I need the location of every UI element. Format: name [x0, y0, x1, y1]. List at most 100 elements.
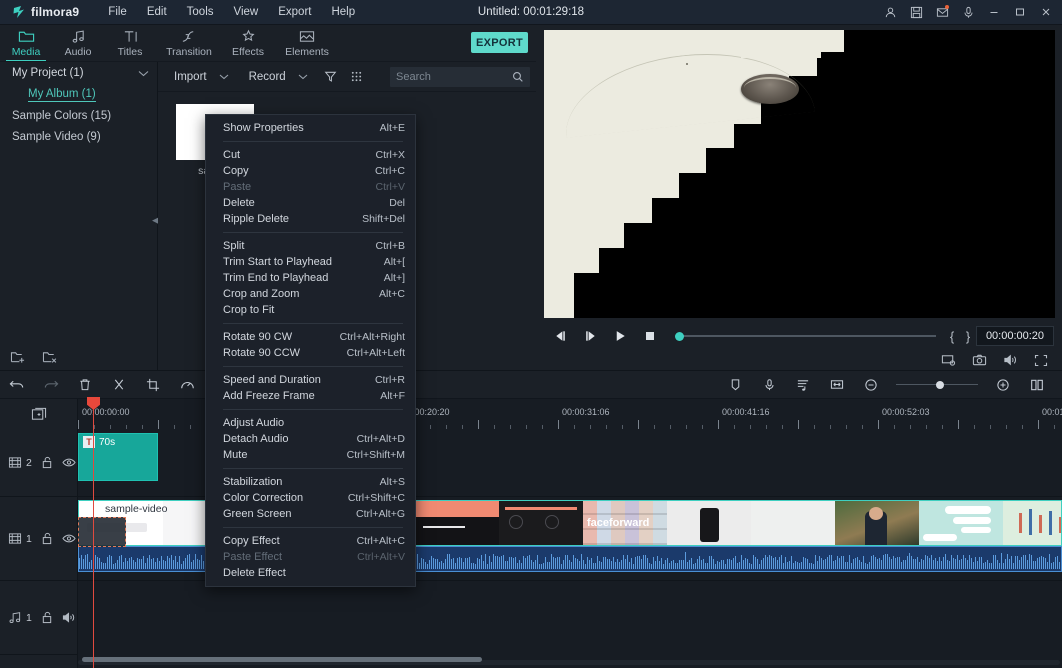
- prev-frame-icon[interactable]: [545, 324, 575, 348]
- snapshot-camera-icon[interactable]: [972, 353, 987, 367]
- context-menu-item[interactable]: Ripple DeleteShift+Del: [206, 211, 415, 227]
- voiceover-mic-icon[interactable]: [752, 372, 786, 398]
- preview-stage[interactable]: [544, 30, 1055, 318]
- menu-view[interactable]: View: [225, 3, 268, 21]
- context-menu-item[interactable]: MuteCtrl+Shift+M: [206, 447, 415, 463]
- search-box[interactable]: Search: [390, 67, 530, 87]
- context-menu-item[interactable]: Rotate 90 CCWCtrl+Alt+Left: [206, 345, 415, 361]
- play-icon[interactable]: [605, 324, 635, 348]
- account-icon[interactable]: [878, 0, 902, 24]
- search-icon[interactable]: [512, 71, 524, 83]
- context-menu-item[interactable]: Copy EffectCtrl+Alt+C: [206, 533, 415, 549]
- crop-icon[interactable]: [136, 372, 170, 398]
- context-menu-item[interactable]: DeleteDel: [206, 195, 415, 211]
- record-button[interactable]: Record: [239, 66, 296, 88]
- record-dropdown-caret[interactable]: [296, 66, 318, 88]
- grid-view-icon[interactable]: [344, 66, 370, 88]
- unlocked-icon[interactable]: [41, 456, 53, 469]
- import-button[interactable]: Import: [164, 66, 217, 88]
- unlocked-icon[interactable]: [41, 611, 53, 624]
- new-folder-icon[interactable]: [10, 350, 26, 364]
- context-menu-item[interactable]: Trim Start to PlayheadAlt+[: [206, 254, 415, 270]
- delete-folder-icon[interactable]: [42, 350, 58, 364]
- fit-timeline-icon[interactable]: [820, 372, 854, 398]
- eye-visible-icon[interactable]: [62, 532, 76, 545]
- eye-visible-icon[interactable]: [62, 456, 76, 469]
- marker-icon[interactable]: [718, 372, 752, 398]
- playhead[interactable]: [93, 399, 94, 668]
- title-clip[interactable]: T 70s: [78, 433, 158, 481]
- zoom-slider-handle[interactable]: [936, 381, 944, 389]
- context-menu-item[interactable]: CutCtrl+X: [206, 147, 415, 163]
- context-menu-item[interactable]: Crop to Fit: [206, 302, 415, 318]
- redo-icon[interactable]: [34, 372, 68, 398]
- filter-funnel-icon[interactable]: [318, 66, 344, 88]
- clip-context-menu[interactable]: Show PropertiesAlt+ECutCtrl+XCopyCtrl+CP…: [205, 114, 416, 587]
- library-item-sample-colors[interactable]: Sample Colors (15): [0, 105, 157, 126]
- zoom-in-icon[interactable]: [986, 372, 1020, 398]
- timeline-zoom-slider[interactable]: [892, 372, 982, 398]
- context-menu-item[interactable]: StabilizationAlt+S: [206, 474, 415, 490]
- mark-in-button[interactable]: {: [944, 329, 960, 344]
- track-header-video-1[interactable]: 1: [0, 497, 77, 581]
- volume-icon[interactable]: [1003, 353, 1018, 367]
- timeline-scrollbar-track[interactable]: [78, 660, 1060, 665]
- close-icon[interactable]: [1034, 0, 1058, 24]
- save-icon[interactable]: [904, 0, 928, 24]
- minimize-icon[interactable]: [982, 0, 1006, 24]
- tab-audio[interactable]: Audio: [52, 25, 104, 62]
- maximize-icon[interactable]: [1008, 0, 1032, 24]
- microphone-icon[interactable]: [956, 0, 980, 24]
- speaker-icon[interactable]: [62, 611, 76, 624]
- context-menu-item[interactable]: Rotate 90 CWCtrl+Alt+Right: [206, 329, 415, 345]
- track-header-audio-1[interactable]: 1: [0, 581, 77, 655]
- zoom-out-icon[interactable]: [854, 372, 888, 398]
- context-menu-item[interactable]: Color CorrectionCtrl+Shift+C: [206, 490, 415, 506]
- audio-mixer-icon[interactable]: [786, 372, 820, 398]
- undo-icon[interactable]: [0, 372, 34, 398]
- tab-elements[interactable]: Elements: [274, 25, 340, 62]
- timeline-scrollbar-thumb[interactable]: [82, 657, 482, 662]
- split-scissors-icon[interactable]: [102, 372, 136, 398]
- preview-timecode[interactable]: 00:00:00:20: [976, 326, 1054, 346]
- tab-media[interactable]: Media: [0, 25, 52, 62]
- context-menu-item[interactable]: Green ScreenCtrl+Alt+G: [206, 506, 415, 522]
- mail-icon[interactable]: [930, 0, 954, 24]
- preview-scrubber[interactable]: [667, 324, 936, 348]
- library-item-sample-video[interactable]: Sample Video (9): [0, 126, 157, 147]
- context-menu-item[interactable]: SplitCtrl+B: [206, 238, 415, 254]
- library-header[interactable]: My Project (1): [0, 62, 157, 84]
- import-dropdown-caret[interactable]: [217, 66, 239, 88]
- menu-edit[interactable]: Edit: [138, 3, 176, 21]
- context-menu-item[interactable]: CopyCtrl+C: [206, 163, 415, 179]
- mark-out-button[interactable]: }: [960, 329, 976, 344]
- selection-marquee[interactable]: [78, 517, 126, 547]
- next-frame-icon[interactable]: [575, 324, 605, 348]
- context-menu-item[interactable]: Speed and DurationCtrl+R: [206, 372, 415, 388]
- stop-icon[interactable]: [635, 324, 665, 348]
- context-menu-item[interactable]: Add Freeze FrameAlt+F: [206, 388, 415, 404]
- chevron-down-icon[interactable]: [138, 70, 149, 77]
- context-menu-item[interactable]: Trim End to PlayheadAlt+]: [206, 270, 415, 286]
- fullscreen-icon[interactable]: [1034, 354, 1048, 367]
- screen-settings-icon[interactable]: [941, 353, 956, 367]
- tab-effects[interactable]: Effects: [222, 25, 274, 62]
- menu-export[interactable]: Export: [269, 3, 320, 21]
- menu-help[interactable]: Help: [322, 3, 364, 21]
- speed-gauge-icon[interactable]: [170, 372, 204, 398]
- track-header-video-2[interactable]: 2: [0, 429, 77, 497]
- context-menu-item[interactable]: Crop and ZoomAlt+C: [206, 286, 415, 302]
- library-item-my-album[interactable]: My Album (1): [0, 84, 157, 105]
- add-track-icon[interactable]: [0, 399, 77, 429]
- scrubber-handle[interactable]: [675, 332, 684, 341]
- search-input[interactable]: Search: [396, 71, 512, 83]
- split-view-icon[interactable]: [1020, 372, 1054, 398]
- menu-tools[interactable]: Tools: [178, 3, 223, 21]
- delete-trash-icon[interactable]: [68, 372, 102, 398]
- context-menu-item[interactable]: Adjust Audio: [206, 415, 415, 431]
- context-menu-item[interactable]: Delete Effect: [206, 565, 415, 581]
- audio-track-1[interactable]: [78, 581, 1062, 655]
- context-menu-item[interactable]: Detach AudioCtrl+Alt+D: [206, 431, 415, 447]
- export-button[interactable]: EXPORT: [471, 32, 528, 53]
- unlocked-icon[interactable]: [41, 532, 53, 545]
